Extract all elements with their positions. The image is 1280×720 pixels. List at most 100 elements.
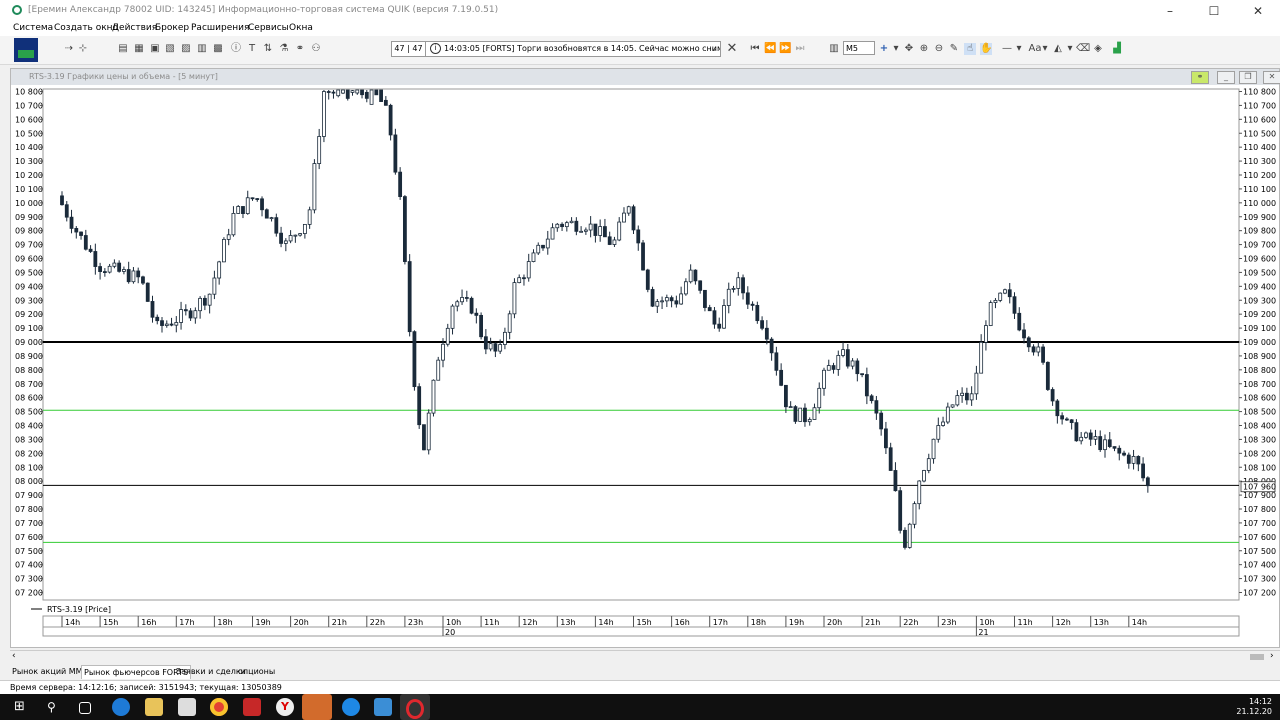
y-tick-label-right: 110 600	[1243, 115, 1276, 124]
candle-body	[164, 323, 169, 326]
candle-body	[436, 359, 441, 381]
y-tick-label-right: 107 900	[1243, 491, 1276, 500]
chrome-icon[interactable]	[210, 698, 228, 716]
y-tick-label-left: 07 700	[15, 519, 43, 528]
candle-body	[560, 223, 564, 228]
candle-body	[93, 251, 98, 267]
y-tick-label-left: 09 300	[15, 296, 43, 305]
candle-body	[1079, 436, 1084, 442]
candle-body	[364, 91, 369, 99]
candle-body	[464, 297, 469, 299]
candle-body	[193, 310, 198, 319]
clock-time: 14:12	[1248, 697, 1272, 706]
candle-body	[245, 197, 250, 214]
store-icon[interactable]	[178, 698, 196, 716]
candle-body	[122, 269, 126, 272]
candle-body	[398, 171, 403, 197]
x-tick-label: 21h	[332, 618, 347, 627]
candle-body	[326, 91, 331, 93]
y-tick-label-left: 08 200	[15, 449, 43, 458]
candle-body	[469, 297, 474, 314]
price-chart[interactable]: 10 800 110 800 10 700 110 700 10 600 110 600 1…	[0, 0, 1280, 650]
x-tick-label: 12h	[522, 618, 537, 627]
chart-scrollbar[interactable]: ‹ ›	[10, 650, 1280, 664]
candle-body	[131, 270, 136, 283]
candle-body	[993, 299, 998, 303]
candle-body	[693, 269, 698, 282]
candle-body	[407, 261, 412, 333]
candle-body	[988, 302, 993, 326]
candle-body	[603, 226, 607, 238]
y-tick-label-left: 09 800	[15, 227, 43, 236]
scroll-right-icon[interactable]: ›	[1270, 651, 1274, 661]
candle-body	[207, 293, 212, 306]
candle-body	[112, 262, 117, 267]
y-tick-label-right: 107 300	[1243, 575, 1276, 584]
x-tick-label: 16h	[141, 618, 156, 627]
candle-body	[703, 289, 707, 308]
scroll-left-icon[interactable]: ‹	[12, 651, 16, 661]
app-blue-icon[interactable]	[342, 698, 360, 716]
system-clock: 14:12 21.12.20	[1236, 697, 1272, 717]
x-tick-label: 20h	[294, 618, 309, 627]
candle-body	[350, 90, 355, 93]
candle-body	[774, 352, 779, 371]
scroll-thumb[interactable]	[1250, 654, 1264, 660]
candle-body	[107, 265, 112, 273]
candle-body	[855, 360, 860, 375]
candle-body	[1022, 329, 1026, 339]
candle-body	[936, 425, 941, 440]
candle-body	[483, 336, 488, 350]
candle-body	[526, 261, 531, 279]
status-text: Время сервера: 14:12:16; записей: 315194…	[10, 683, 282, 692]
candle-body	[293, 234, 298, 237]
candle-body	[712, 310, 717, 325]
quik-task-icon[interactable]	[302, 694, 332, 720]
candle-body	[888, 447, 893, 471]
workspace-tabs: Рынок акций ММВБ Рынок фьючерсов FORTS З…	[0, 663, 1280, 679]
windows-start-icon[interactable]: ⊞	[14, 698, 32, 716]
candle-body	[822, 369, 826, 389]
taskbar: ⊞ ⚲ Y 14:12 21.12.20	[0, 694, 1280, 720]
candle-body	[1041, 346, 1045, 363]
x-tick-label: 16h	[675, 618, 690, 627]
candle-body	[136, 270, 141, 278]
app-red-icon[interactable]	[243, 698, 261, 716]
candle-body	[117, 262, 122, 272]
y-tick-label-left: 07 400	[15, 561, 43, 570]
candle-body	[593, 223, 598, 236]
y-tick-label-left: 10 800	[15, 88, 43, 97]
candle-body	[969, 393, 974, 401]
search-icon[interactable]: ⚲	[47, 698, 65, 716]
yandex-icon[interactable]: Y	[276, 698, 294, 716]
candle-body	[683, 281, 688, 295]
y-tick-label-left: 10 200	[15, 171, 43, 180]
candle-body	[874, 400, 879, 414]
candle-body	[426, 412, 431, 451]
candle-body	[83, 235, 88, 250]
y-tick-label-left: 09 500	[15, 268, 43, 277]
y-tick-label-left: 08 700	[15, 380, 43, 389]
candle-body	[803, 407, 807, 423]
edge-icon[interactable]	[112, 698, 130, 716]
app-chart-icon[interactable]	[374, 698, 392, 716]
candle-body	[160, 320, 164, 326]
candle-body	[755, 304, 760, 322]
candle-body	[231, 213, 236, 236]
y-tick-label-left: 08 800	[15, 366, 43, 375]
candle-body	[145, 282, 150, 302]
candle-body	[707, 307, 712, 312]
candle-body	[850, 360, 855, 367]
candle-body	[1112, 446, 1117, 449]
candle-body	[69, 216, 74, 229]
candle-body	[388, 104, 393, 136]
candle-body	[1136, 456, 1141, 465]
candle-body	[907, 523, 912, 548]
folder-icon[interactable]	[145, 698, 163, 716]
candle-body	[1093, 436, 1098, 440]
task-view-icon[interactable]	[79, 702, 91, 714]
candle-body	[383, 99, 388, 106]
y-tick-label-right: 108 700	[1243, 380, 1276, 389]
opera-icon[interactable]	[406, 699, 424, 719]
tab-options[interactable]: опционы	[236, 665, 277, 678]
